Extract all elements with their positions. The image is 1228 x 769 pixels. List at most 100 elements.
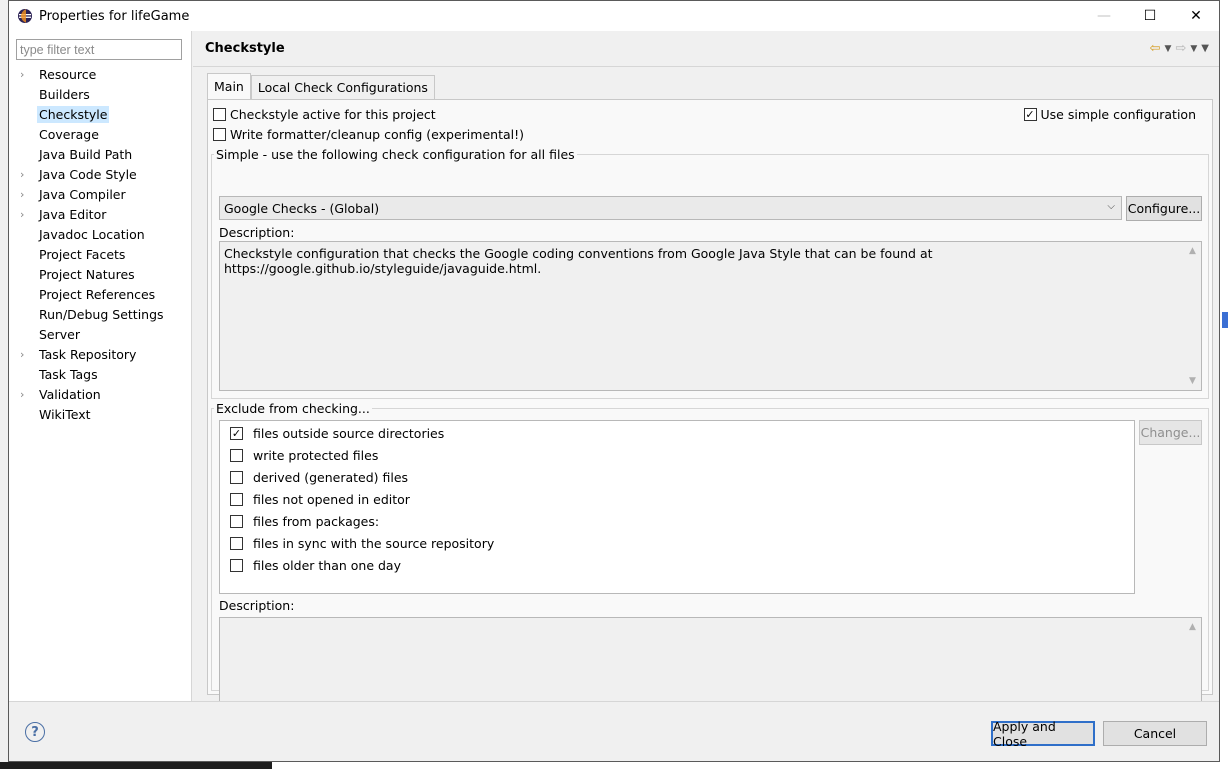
nav-item-task-repository[interactable]: › Task Repository bbox=[9, 344, 192, 364]
change-button[interactable]: Change... bbox=[1139, 420, 1202, 445]
cancel-button[interactable]: Cancel bbox=[1103, 721, 1207, 746]
forward-dropdown-icon[interactable]: ▼ bbox=[1190, 44, 1197, 54]
scroll-up-icon[interactable]: ▲ bbox=[1189, 622, 1196, 632]
check-configuration-value: Google Checks - (Global) bbox=[224, 200, 380, 216]
nav-item-project-facets[interactable]: Project Facets bbox=[9, 244, 192, 264]
nav-item-label: Run/Debug Settings bbox=[39, 306, 164, 322]
nav-item-java-code-style[interactable]: › Java Code Style bbox=[9, 164, 192, 184]
exclude-option[interactable]: ✓ files outside source directories bbox=[230, 426, 444, 441]
desktop-taskbar-fragment bbox=[0, 762, 272, 769]
checkstyle-active-checkbox[interactable] bbox=[213, 108, 226, 121]
filter-input[interactable] bbox=[16, 39, 182, 60]
nav-item-validation[interactable]: › Validation bbox=[9, 384, 192, 404]
nav-item-java-editor[interactable]: › Java Editor bbox=[9, 204, 192, 224]
view-menu-icon[interactable]: ▼ bbox=[1201, 43, 1209, 54]
nav-item-label: Project References bbox=[39, 286, 156, 302]
exclude-checkbox[interactable]: ✓ bbox=[230, 427, 243, 440]
chevron-right-icon[interactable]: › bbox=[20, 68, 37, 81]
tab-local-check-configurations[interactable]: Local Check Configurations bbox=[250, 75, 435, 99]
nav-item-label: WikiText bbox=[39, 406, 91, 422]
nav-item-builders[interactable]: Builders bbox=[9, 84, 192, 104]
scroll-down-icon[interactable]: ▼ bbox=[1189, 376, 1196, 386]
tab-main[interactable]: Main bbox=[207, 73, 251, 99]
exclude-option[interactable]: files not opened in editor bbox=[230, 492, 410, 507]
chevron-right-icon[interactable]: › bbox=[20, 388, 37, 401]
simple-configuration-legend: Simple - use the following check configu… bbox=[216, 147, 575, 162]
nav-item-resource[interactable]: › Resource bbox=[9, 64, 192, 84]
nav-item-wikitext[interactable]: WikiText bbox=[9, 404, 192, 424]
help-icon[interactable]: ? bbox=[25, 722, 45, 742]
maximize-button[interactable]: ☐ bbox=[1127, 1, 1173, 31]
exclude-option[interactable]: files from packages: bbox=[230, 514, 379, 529]
desktop-background-left bbox=[0, 0, 8, 769]
write-formatter-checkbox[interactable] bbox=[213, 128, 226, 141]
close-button[interactable]: ✕ bbox=[1173, 1, 1219, 31]
exclude-option[interactable]: files in sync with the source repository bbox=[230, 536, 494, 551]
back-arrow-icon[interactable]: ⇦ bbox=[1150, 41, 1161, 56]
exclude-option-label: files older than one day bbox=[253, 558, 401, 573]
checkstyle-active-option[interactable]: Checkstyle active for this project bbox=[213, 107, 436, 122]
exclude-checkbox[interactable] bbox=[230, 493, 243, 506]
nav-item-coverage[interactable]: Coverage bbox=[9, 124, 192, 144]
exclude-description-scrollbar[interactable]: ▲▼ bbox=[1184, 618, 1201, 714]
exclude-option-label: derived (generated) files bbox=[253, 470, 409, 485]
back-dropdown-icon[interactable]: ▼ bbox=[1165, 44, 1172, 54]
forward-arrow-icon[interactable]: ⇨ bbox=[1175, 41, 1186, 56]
eclipse-icon bbox=[18, 9, 32, 23]
nav-item-label: Coverage bbox=[39, 126, 99, 142]
nav-item-javadoc-location[interactable]: Javadoc Location bbox=[9, 224, 192, 244]
exclude-checkbox[interactable] bbox=[230, 515, 243, 528]
nav-item-project-natures[interactable]: Project Natures bbox=[9, 264, 192, 284]
chevron-right-icon[interactable]: › bbox=[20, 208, 37, 221]
desktop-accent bbox=[1222, 312, 1228, 328]
nav-item-label: Project Facets bbox=[39, 246, 126, 262]
nav-item-label: Task Tags bbox=[39, 366, 98, 382]
exclude-checkbox[interactable] bbox=[230, 471, 243, 484]
exclude-option[interactable]: write protected files bbox=[230, 448, 378, 463]
nav-item-label: Java Code Style bbox=[39, 166, 137, 182]
exclude-option-label: files in sync with the source repository bbox=[253, 536, 495, 551]
chevron-right-icon[interactable]: › bbox=[20, 168, 37, 181]
nav-item-label: Java Build Path bbox=[39, 146, 133, 162]
check-configuration-select[interactable]: Google Checks - (Global) ⌵ bbox=[219, 196, 1122, 220]
nav-item-label: Validation bbox=[39, 386, 101, 402]
chevron-down-icon: ⌵ bbox=[1107, 201, 1115, 212]
nav-item-server[interactable]: Server bbox=[9, 324, 192, 344]
chevron-right-icon[interactable]: › bbox=[20, 188, 37, 201]
exclude-checkbox[interactable] bbox=[230, 537, 243, 550]
tab-bar: Main Local Check Configurations bbox=[207, 73, 435, 99]
use-simple-configuration-option[interactable]: ✓ Use simple configuration bbox=[1023, 107, 1196, 122]
exclude-checkbox[interactable] bbox=[230, 449, 243, 462]
page-header: Checkstyle ⇦ ▼ ⇨ ▼ ▼ bbox=[193, 31, 1219, 67]
window-controls: — ☐ ✕ bbox=[1081, 1, 1219, 31]
exclude-option[interactable]: derived (generated) files bbox=[230, 470, 408, 485]
nav-item-label: Server bbox=[39, 326, 80, 342]
exclude-option[interactable]: files older than one day bbox=[230, 558, 401, 573]
nav-item-label: Builders bbox=[39, 86, 90, 102]
nav-item-project-references[interactable]: Project References bbox=[9, 284, 192, 304]
property-page-nav: ›ResourceBuildersCheckstyleCoverageJava … bbox=[9, 31, 192, 701]
nav-item-run-debug-settings[interactable]: Run/Debug Settings bbox=[9, 304, 192, 324]
exclude-checkbox[interactable] bbox=[230, 559, 243, 572]
scroll-up-icon[interactable]: ▲ bbox=[1189, 246, 1196, 256]
simple-description-text: Checkstyle configuration that checks the… bbox=[219, 241, 1202, 391]
chevron-right-icon[interactable]: › bbox=[20, 348, 37, 361]
checkstyle-active-label: Checkstyle active for this project bbox=[230, 107, 436, 122]
exclude-description-label: Description: bbox=[219, 598, 295, 613]
simple-description-content: Checkstyle configuration that checks the… bbox=[224, 246, 933, 276]
dialog-button-bar: ? Apply and Close Cancel bbox=[9, 701, 1219, 761]
main-tab-panel: Checkstyle active for this project Write… bbox=[207, 99, 1213, 715]
use-simple-configuration-checkbox[interactable]: ✓ bbox=[1023, 108, 1037, 121]
write-formatter-option[interactable]: Write formatter/cleanup config (experime… bbox=[213, 127, 524, 142]
apply-and-close-button[interactable]: Apply and Close bbox=[991, 719, 1095, 749]
nav-item-task-tags[interactable]: Task Tags bbox=[9, 364, 192, 384]
minimize-button[interactable]: — bbox=[1081, 1, 1127, 31]
exclude-legend: Exclude from checking... bbox=[216, 401, 370, 416]
simple-description-scrollbar[interactable]: ▲ ▼ bbox=[1184, 242, 1201, 390]
history-navigation: ⇦ ▼ ⇨ ▼ ▼ bbox=[1150, 41, 1209, 56]
nav-item-checkstyle[interactable]: Checkstyle bbox=[9, 104, 192, 124]
nav-item-java-build-path[interactable]: Java Build Path bbox=[9, 144, 192, 164]
nav-item-java-compiler[interactable]: › Java Compiler bbox=[9, 184, 192, 204]
configure-button[interactable]: Configure... bbox=[1126, 196, 1202, 221]
nav-item-label: Resource bbox=[39, 66, 97, 82]
